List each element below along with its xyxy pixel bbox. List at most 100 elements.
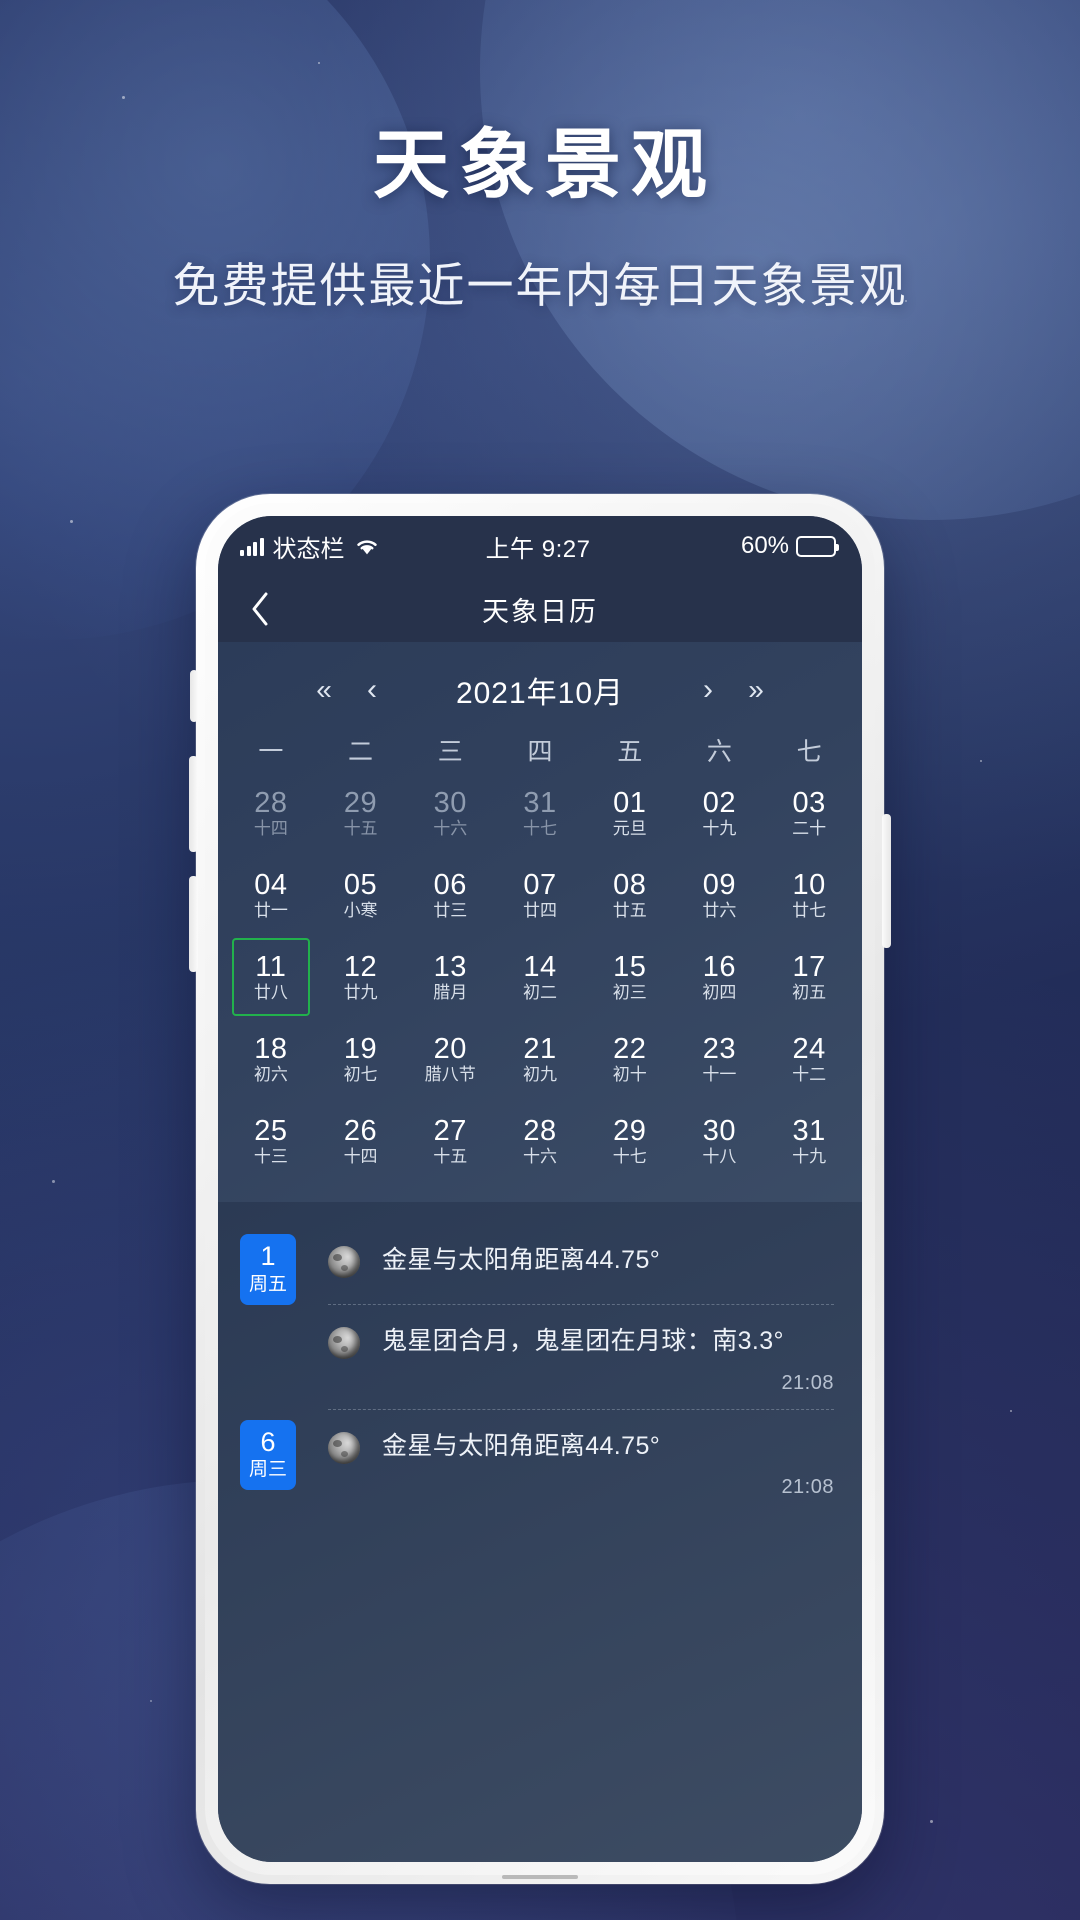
- calendar-day[interactable]: 02 十九: [675, 772, 765, 854]
- event-date-badge[interactable]: 6 周三: [240, 1419, 296, 1491]
- calendar-day-lunar: 十六: [522, 1147, 557, 1167]
- calendar-day-lunar: 十七: [612, 1147, 647, 1167]
- calendar-day-lunar: 初五: [792, 983, 827, 1003]
- calendar-day-lunar: 廿七: [792, 901, 827, 921]
- calendar-day-lunar: 廿五: [612, 901, 647, 921]
- calendar-day-lunar: 十四: [253, 819, 288, 839]
- calendar-day-lunar: 十九: [702, 819, 737, 839]
- calendar-day[interactable]: 07 廿四: [495, 854, 585, 936]
- event-item[interactable]: 鬼星团合月，鬼星团在月球：南3.3° 21:08: [328, 1305, 862, 1408]
- calendar-day-lunar: 十七: [522, 819, 557, 839]
- calendar-day[interactable]: 05 小寒: [316, 854, 406, 936]
- event-item[interactable]: 金星与太阳角距离44.75°: [328, 1224, 862, 1304]
- calendar-day-lunar: 十四: [343, 1147, 378, 1167]
- prev-month-button[interactable]: ‹: [348, 675, 396, 705]
- calendar-day[interactable]: 04 廿一: [226, 854, 316, 936]
- calendar-day[interactable]: 09 廿六: [675, 854, 765, 936]
- prev-year-button[interactable]: «: [300, 676, 348, 704]
- event-badge-day-number: 1: [260, 1241, 276, 1271]
- calendar-day[interactable]: 14 初二: [495, 936, 585, 1018]
- calendar-day[interactable]: 21 初九: [495, 1018, 585, 1100]
- status-bar-left: 状态栏: [240, 529, 486, 564]
- calendar-grid: 28 十四 29 十五 30 十六 31 十七 01 元旦 02 十九 03 二十 04 廿一 05 小寒 06 廿三…: [218, 772, 862, 1182]
- moon-icon: [328, 1431, 360, 1464]
- next-year-button[interactable]: »: [732, 676, 780, 704]
- signal-bars-icon: [240, 537, 264, 556]
- calendar-day-number: 27: [433, 1114, 467, 1147]
- phone-mockup: 状态栏 上午 9:27 60% 天象日历 « ‹ 2021年10月 › » 一 …: [189, 494, 891, 1884]
- calendar-day[interactable]: 31 十七: [495, 772, 585, 854]
- weekday-header-row: 一 二 三 四 五 六 七: [218, 726, 862, 772]
- moon-icon: [328, 1246, 360, 1278]
- calendar-day[interactable]: 16 初四: [675, 936, 765, 1018]
- calendar-day-lunar: 二十: [792, 819, 827, 839]
- calendar-day[interactable]: 29 十五: [316, 772, 406, 854]
- calendar-day[interactable]: 29 十七: [585, 1100, 675, 1182]
- calendar-day-lunar: 廿八: [253, 983, 288, 1003]
- calendar-day-number: 22: [613, 1032, 647, 1065]
- calendar-day-lunar: 初七: [343, 1065, 378, 1085]
- calendar-day[interactable]: 08 廿五: [585, 854, 675, 936]
- calendar-day-selected[interactable]: 11 廿八: [232, 938, 310, 1016]
- calendar-day[interactable]: 20 腊八节: [405, 1018, 495, 1100]
- back-button[interactable]: [240, 589, 280, 629]
- calendar-day[interactable]: 01 元旦: [585, 772, 675, 854]
- weekday-label: 七: [796, 738, 822, 766]
- calendar-week-row: 11 廿八 12 廿九 13 腊月 14 初二 15 初三 16 初四 17 初五: [218, 936, 862, 1018]
- calendar-day[interactable]: 25 十三: [226, 1100, 316, 1182]
- calendar-day[interactable]: 15 初三: [585, 936, 675, 1018]
- calendar-day-number: 19: [343, 1032, 378, 1065]
- calendar-day[interactable]: 30 十六: [405, 772, 495, 854]
- battery-percent-label: 60%: [740, 532, 790, 559]
- calendar-day-lunar: 廿三: [433, 901, 468, 921]
- calendar-day[interactable]: 26 十四: [316, 1100, 406, 1182]
- carrier-label: 状态栏: [272, 535, 345, 563]
- weekday-label: 一: [258, 738, 284, 766]
- calendar-day[interactable]: 28 十四: [226, 772, 316, 854]
- weekday-label: 三: [437, 738, 463, 766]
- calendar-day[interactable]: 19 初七: [316, 1018, 406, 1100]
- calendar-day-number: 28: [523, 1114, 557, 1147]
- calendar-day[interactable]: 13 腊月: [405, 936, 495, 1018]
- calendar-day[interactable]: 10 廿七: [764, 854, 854, 936]
- event-badge-weekday: 周三: [248, 1459, 287, 1481]
- calendar-day[interactable]: 30 十八: [675, 1100, 765, 1182]
- phone-volume-up-button: [189, 756, 198, 852]
- calendar-day[interactable]: 18 初六: [226, 1018, 316, 1100]
- event-description: 金星与太阳角距离44.75°: [382, 1246, 661, 1274]
- event-date-badge[interactable]: 1 周五: [240, 1234, 296, 1305]
- calendar-day-number: 31: [523, 786, 557, 819]
- calendar-day[interactable]: 06 廿三: [405, 854, 495, 936]
- event-group: 6 周三 金星与太阳角距离44.75° 21:08: [218, 1410, 862, 1513]
- calendar-day[interactable]: 17 初五: [764, 936, 854, 1018]
- calendar-day-number: 10: [792, 868, 826, 901]
- event-time: 21:08: [781, 1475, 834, 1498]
- phone-power-button: [882, 814, 891, 948]
- chevron-left-icon: [252, 592, 268, 626]
- calendar-day-number: 14: [523, 950, 557, 983]
- calendar-day[interactable]: 03 二十: [764, 772, 854, 854]
- calendar-day[interactable]: 23 十一: [675, 1018, 765, 1100]
- calendar-day[interactable]: 27 十五: [405, 1100, 495, 1182]
- phone-bottom-accent: [502, 1875, 578, 1879]
- calendar-day-number: 07: [523, 868, 557, 901]
- event-description: 金星与太阳角距离44.75°: [382, 1431, 661, 1460]
- weekday-label: 四: [527, 738, 553, 766]
- calendar-day-number: 16: [702, 950, 737, 983]
- calendar-day-number: 04: [254, 868, 288, 901]
- weekday-label: 五: [617, 738, 643, 766]
- calendar-day-lunar: 初二: [522, 983, 557, 1003]
- calendar-day-lunar: 初九: [522, 1065, 557, 1085]
- current-month-label: 2021年10月: [455, 677, 625, 710]
- calendar-day[interactable]: 24 十二: [764, 1018, 854, 1100]
- calendar-day[interactable]: 31 十九: [764, 1100, 854, 1182]
- calendar-day-number: 05: [343, 868, 378, 901]
- calendar-day-number: 26: [343, 1114, 378, 1147]
- next-month-button[interactable]: ›: [684, 675, 732, 705]
- event-item[interactable]: 金星与太阳角距离44.75° 21:08: [328, 1410, 862, 1513]
- calendar-day[interactable]: 28 十六: [495, 1100, 585, 1182]
- calendar-day[interactable]: 12 廿九: [316, 936, 406, 1018]
- calendar-day[interactable]: 22 初十: [585, 1018, 675, 1100]
- page-title: 天象日历: [482, 596, 598, 627]
- calendar-day-lunar: 腊八节: [424, 1065, 476, 1085]
